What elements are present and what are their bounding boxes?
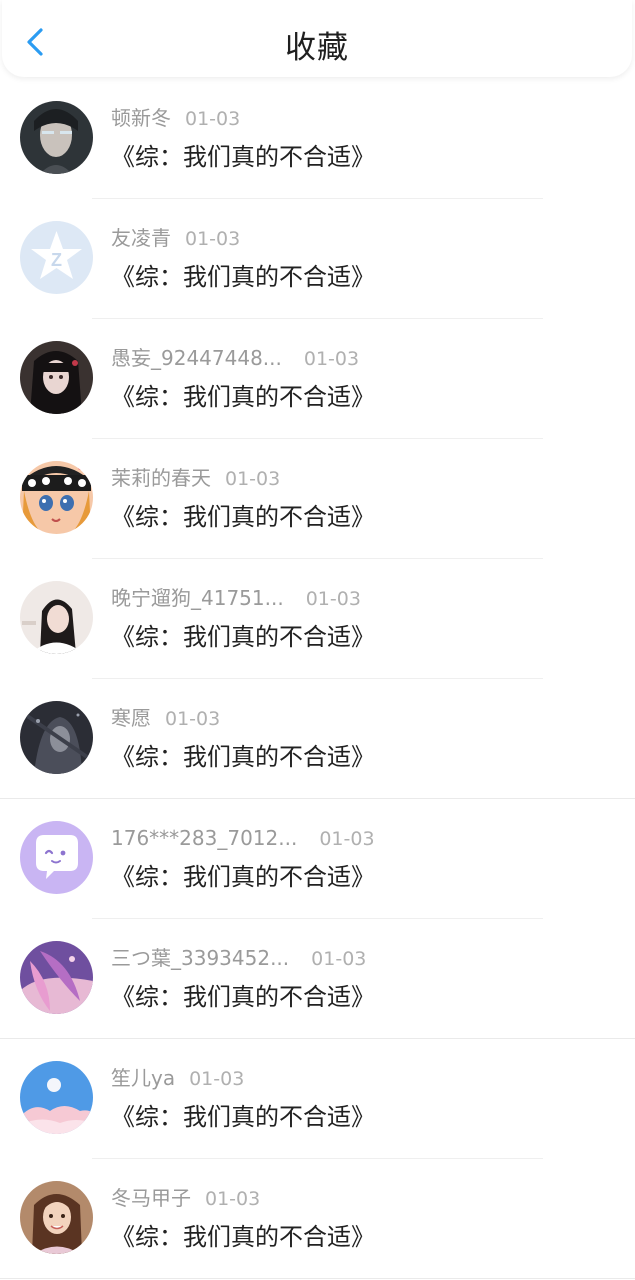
avatar[interactable] bbox=[20, 341, 93, 414]
list-item[interactable]: 冬马甲子 01-03 《综：我们真的不合适》 bbox=[0, 1159, 635, 1279]
book-title[interactable]: 《综：我们真的不合适》 bbox=[111, 621, 375, 653]
item-meta: 愚妄_92447448... 01-03 bbox=[111, 344, 359, 372]
avatar[interactable]: Z bbox=[20, 221, 93, 294]
date: 01-03 bbox=[305, 588, 361, 610]
date: 01-03 bbox=[319, 828, 375, 850]
avatar[interactable] bbox=[20, 941, 93, 1014]
item-meta: 友凌青 01-03 bbox=[111, 224, 240, 252]
user-name[interactable]: 晚宁遛狗_41751... bbox=[111, 584, 284, 612]
list-item[interactable]: 顿新冬 01-03 《综：我们真的不合适》 bbox=[0, 79, 635, 199]
top-bar: 收藏 bbox=[2, 0, 632, 77]
item-meta: 晚宁遛狗_41751... 01-03 bbox=[111, 584, 361, 612]
avatar[interactable] bbox=[20, 1181, 93, 1254]
user-name[interactable]: 茉莉的春天 bbox=[111, 464, 211, 492]
book-title[interactable]: 《综：我们真的不合适》 bbox=[111, 1101, 375, 1133]
book-title[interactable]: 《综：我们真的不合适》 bbox=[111, 741, 375, 773]
date: 01-03 bbox=[185, 228, 241, 250]
divider bbox=[0, 1278, 635, 1279]
book-title[interactable]: 《综：我们真的不合适》 bbox=[111, 1221, 375, 1253]
list-item[interactable]: Z 友凌青 01-03 《综：我们真的不合适》 bbox=[0, 199, 635, 319]
item-meta: 茉莉的春天 01-03 bbox=[111, 464, 280, 492]
svg-text:Z: Z bbox=[51, 250, 62, 270]
book-title[interactable]: 《综：我们真的不合适》 bbox=[111, 861, 375, 893]
item-meta: 寒愿 01-03 bbox=[111, 704, 220, 732]
user-name[interactable]: 顿新冬 bbox=[111, 104, 171, 132]
item-meta: 176***283_7012... 01-03 bbox=[111, 824, 375, 852]
date: 01-03 bbox=[205, 1188, 261, 1210]
page-title: 收藏 bbox=[285, 30, 349, 66]
user-name[interactable]: 176***283_7012... bbox=[111, 824, 297, 852]
avatar[interactable] bbox=[20, 461, 93, 534]
avatar[interactable] bbox=[20, 1061, 93, 1134]
list-item[interactable]: 176***283_7012... 01-03 《综：我们真的不合适》 bbox=[0, 799, 635, 919]
item-meta: 笙儿ya 01-03 bbox=[111, 1064, 244, 1092]
item-meta: 顿新冬 01-03 bbox=[111, 104, 240, 132]
date: 01-03 bbox=[303, 348, 360, 370]
user-name[interactable]: 愚妄_92447448... bbox=[111, 344, 282, 372]
date: 01-03 bbox=[189, 1068, 245, 1090]
item-meta: 冬马甲子 01-03 bbox=[111, 1184, 260, 1212]
user-name[interactable]: 三つ葉_3393452... bbox=[111, 944, 289, 972]
date: 01-03 bbox=[165, 708, 221, 730]
favorites-list: 顿新冬 01-03 《综：我们真的不合适》 Z 友凌青 01-03 《综：我们真的不… bbox=[0, 79, 635, 1279]
avatar[interactable] bbox=[20, 581, 93, 654]
avatar[interactable] bbox=[20, 821, 93, 894]
date: 01-03 bbox=[311, 948, 367, 970]
list-item[interactable]: 愚妄_92447448... 01-03 《综：我们真的不合适》 bbox=[0, 319, 635, 439]
book-title[interactable]: 《综：我们真的不合适》 bbox=[111, 261, 375, 293]
list-item[interactable]: 茉莉的春天 01-03 《综：我们真的不合适》 bbox=[0, 439, 635, 559]
avatar[interactable] bbox=[20, 701, 93, 774]
book-title[interactable]: 《综：我们真的不合适》 bbox=[111, 501, 375, 533]
book-title[interactable]: 《综：我们真的不合适》 bbox=[111, 141, 375, 173]
book-title[interactable]: 《综：我们真的不合适》 bbox=[111, 981, 375, 1013]
list-item[interactable]: 晚宁遛狗_41751... 01-03 《综：我们真的不合适》 bbox=[0, 559, 635, 679]
avatar[interactable] bbox=[20, 101, 93, 174]
favorites-page: 收藏 顿新冬 01-03 《综：我们真的不合适》 Z 友凌青 01-03 《综：… bbox=[0, 0, 635, 1280]
item-meta: 三つ葉_3393452... 01-03 bbox=[111, 944, 366, 972]
book-title[interactable]: 《综：我们真的不合适》 bbox=[111, 381, 375, 413]
date: 01-03 bbox=[185, 108, 241, 130]
user-name[interactable]: 寒愿 bbox=[111, 704, 151, 732]
user-name[interactable]: 笙儿ya bbox=[111, 1064, 175, 1092]
list-item[interactable]: 三つ葉_3393452... 01-03 《综：我们真的不合适》 bbox=[0, 919, 635, 1039]
date: 01-03 bbox=[225, 468, 281, 490]
user-name[interactable]: 冬马甲子 bbox=[111, 1184, 191, 1212]
list-item[interactable]: 寒愿 01-03 《综：我们真的不合适》 bbox=[0, 679, 635, 799]
user-name[interactable]: 友凌青 bbox=[111, 224, 171, 252]
list-item[interactable]: 笙儿ya 01-03 《综：我们真的不合适》 bbox=[0, 1039, 635, 1159]
